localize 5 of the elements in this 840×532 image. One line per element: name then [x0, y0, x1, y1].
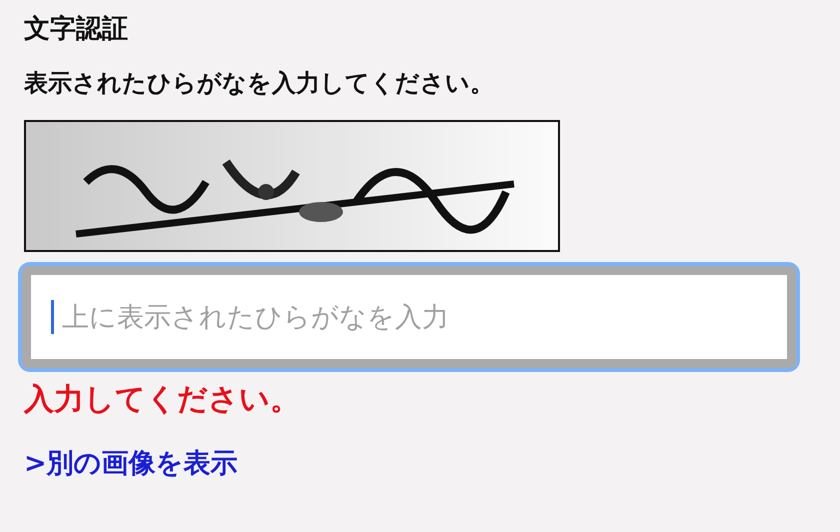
error-message: 入力してください。 — [24, 381, 301, 419]
reload-image-link[interactable]: >別の画像を表示 — [24, 446, 238, 482]
instruction-text: 表示されたひらがなを入力してください。 — [24, 68, 495, 99]
input-field[interactable]: 上に表示されたひらがなを入力 — [22, 266, 796, 368]
section-title: 文字認証 — [24, 13, 129, 46]
